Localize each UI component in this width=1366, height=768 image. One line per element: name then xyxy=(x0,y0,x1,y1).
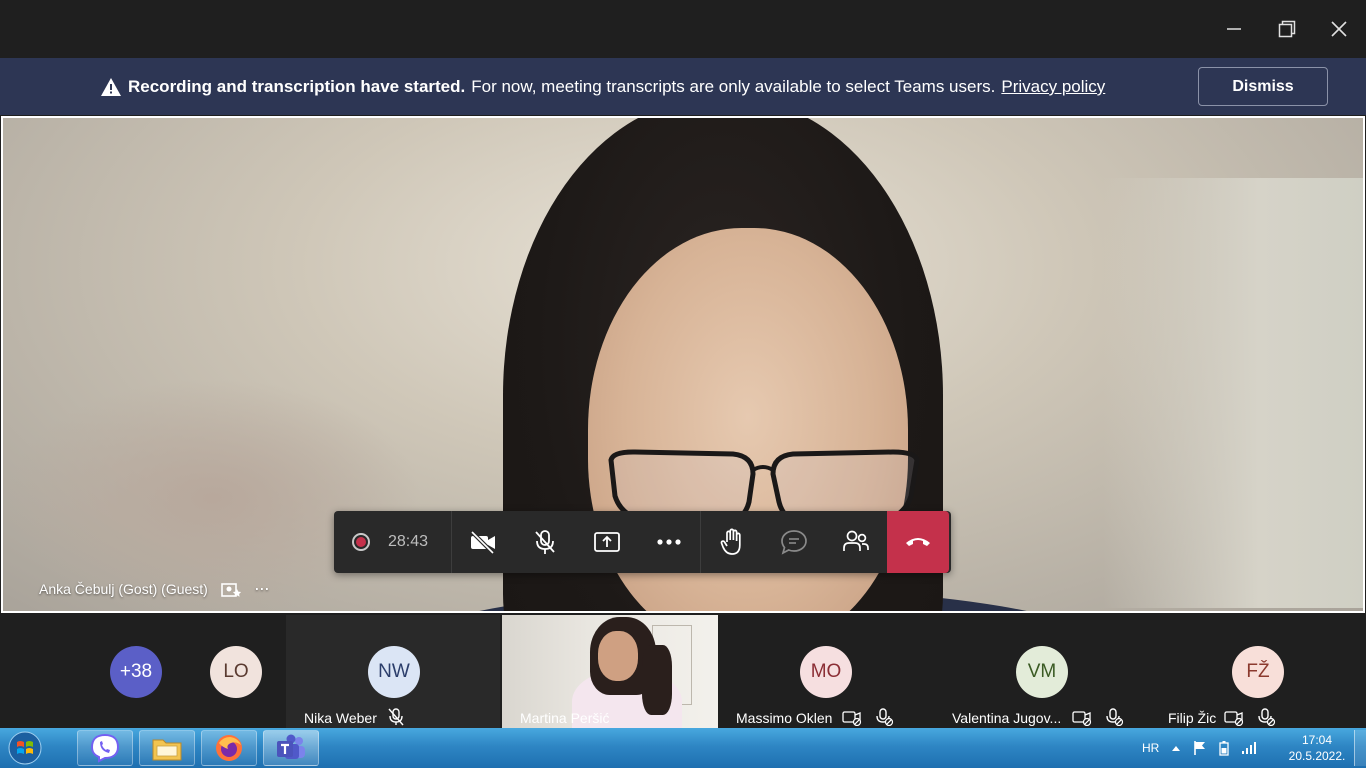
taskbar-firefox-button[interactable] xyxy=(201,730,257,766)
chevron-up-icon[interactable] xyxy=(1171,744,1181,752)
language-indicator[interactable]: HR xyxy=(1142,741,1159,755)
warning-icon xyxy=(101,78,121,96)
taskbar-viber-button[interactable] xyxy=(77,730,133,766)
participant-name: Filip Žic xyxy=(1168,710,1217,726)
avatar: MO xyxy=(800,646,852,698)
taskbar-teams-button[interactable] xyxy=(263,730,319,766)
participants-button[interactable] xyxy=(825,511,887,573)
privacy-policy-link[interactable]: Privacy policy xyxy=(1001,77,1105,97)
leave-call-button[interactable] xyxy=(887,511,949,573)
battery-icon[interactable] xyxy=(1219,740,1229,756)
viber-icon xyxy=(90,733,120,763)
start-button[interactable] xyxy=(4,729,46,767)
avatar[interactable]: LO xyxy=(210,646,262,698)
restore-icon xyxy=(1278,20,1296,38)
overflow-participants-button[interactable]: +38 xyxy=(110,646,162,698)
taskbar-clock[interactable]: 17:04 20.5.2022. xyxy=(1284,732,1350,764)
restore-button[interactable] xyxy=(1270,12,1304,46)
mic-off-icon xyxy=(535,530,555,554)
camera-off-icon xyxy=(1224,711,1244,726)
chat-button[interactable] xyxy=(763,511,825,573)
participant-tile-video[interactable]: Martina Peršić xyxy=(502,615,718,728)
chat-bubble-icon xyxy=(781,530,807,555)
call-controls-toolbar: 28:43 xyxy=(334,511,951,573)
minimize-icon xyxy=(1227,28,1241,30)
show-desktop-button[interactable] xyxy=(1354,730,1366,766)
people-icon xyxy=(843,530,869,551)
avatar: NW xyxy=(368,646,420,698)
minimize-button[interactable] xyxy=(1217,12,1251,46)
mic-muted-icon xyxy=(1106,708,1124,726)
participant-tile[interactable]: MO Massimo Oklen xyxy=(718,615,932,728)
firefox-icon xyxy=(216,735,242,761)
taskbar-explorer-button[interactable] xyxy=(139,730,195,766)
banner-text: For now, meeting transcripts are only av… xyxy=(471,77,996,96)
camera-off-icon xyxy=(842,711,862,726)
participant-name: Martina Peršić xyxy=(520,710,610,726)
banner-message: Recording and transcription have started… xyxy=(100,77,1105,97)
participant-name: Nika Weber xyxy=(304,710,377,726)
recording-indicator: 28:43 xyxy=(334,511,452,573)
participant-strip: +38 LO NW Nika Weber Martina Peršić MO M… xyxy=(0,615,1366,728)
recording-banner: Recording and transcription have started… xyxy=(0,58,1366,115)
signal-icon[interactable] xyxy=(1241,741,1257,755)
speaker-more-button[interactable]: ··· xyxy=(254,578,270,599)
hang-up-icon xyxy=(906,538,930,546)
windows-taskbar: HR 17:04 20.5.2022. xyxy=(0,728,1366,768)
system-tray: HR xyxy=(1142,728,1257,768)
speaker-name-label: Anka Čebulj (Gost) (Guest) ··· xyxy=(39,578,270,599)
clock-time: 17:04 xyxy=(1301,733,1333,747)
participant-tile[interactable]: VM Valentina Jugov... xyxy=(934,615,1148,728)
speaker-name: Anka Čebulj (Gost) (Guest) xyxy=(39,580,208,597)
more-actions-button[interactable] xyxy=(638,511,700,573)
close-button[interactable] xyxy=(1322,12,1356,46)
mic-muted-icon xyxy=(1258,708,1276,726)
flag-icon[interactable] xyxy=(1193,740,1207,756)
participant-tile[interactable]: FŽ Filip Žic xyxy=(1150,615,1364,728)
dismiss-button[interactable]: Dismiss xyxy=(1198,67,1328,106)
close-icon xyxy=(1331,21,1347,37)
teams-icon xyxy=(277,734,305,759)
camera-off-icon xyxy=(470,530,495,554)
call-timer: 28:43 xyxy=(388,533,429,550)
share-screen-button[interactable] xyxy=(576,511,638,573)
more-dots-icon xyxy=(657,539,681,545)
avatar: FŽ xyxy=(1232,646,1284,698)
camera-off-icon xyxy=(1072,711,1092,726)
windows-logo-icon xyxy=(8,731,42,765)
window-titlebar xyxy=(0,0,1366,58)
folder-icon xyxy=(152,739,182,761)
participant-name: Valentina Jugov... xyxy=(952,710,1062,726)
participant-name: Massimo Oklen xyxy=(736,710,833,726)
share-tray-icon xyxy=(594,532,620,552)
participant-tile[interactable]: NW Nika Weber xyxy=(286,615,500,728)
raise-hand-button[interactable] xyxy=(701,511,763,573)
record-icon xyxy=(352,533,370,551)
main-video-stage[interactable]: Anka Čebulj (Gost) (Guest) ··· 28:43 xyxy=(1,116,1365,613)
clock-date: 20.5.2022. xyxy=(1288,749,1346,763)
avatar: VM xyxy=(1016,646,1068,698)
camera-toggle-button[interactable] xyxy=(452,511,514,573)
banner-bold-text: Recording and transcription have started… xyxy=(128,77,466,96)
mic-toggle-button[interactable] xyxy=(514,511,576,573)
hand-icon xyxy=(720,528,741,555)
organizer-badge-icon xyxy=(221,582,241,597)
mic-muted-icon xyxy=(388,708,404,726)
mic-muted-icon xyxy=(876,708,894,726)
